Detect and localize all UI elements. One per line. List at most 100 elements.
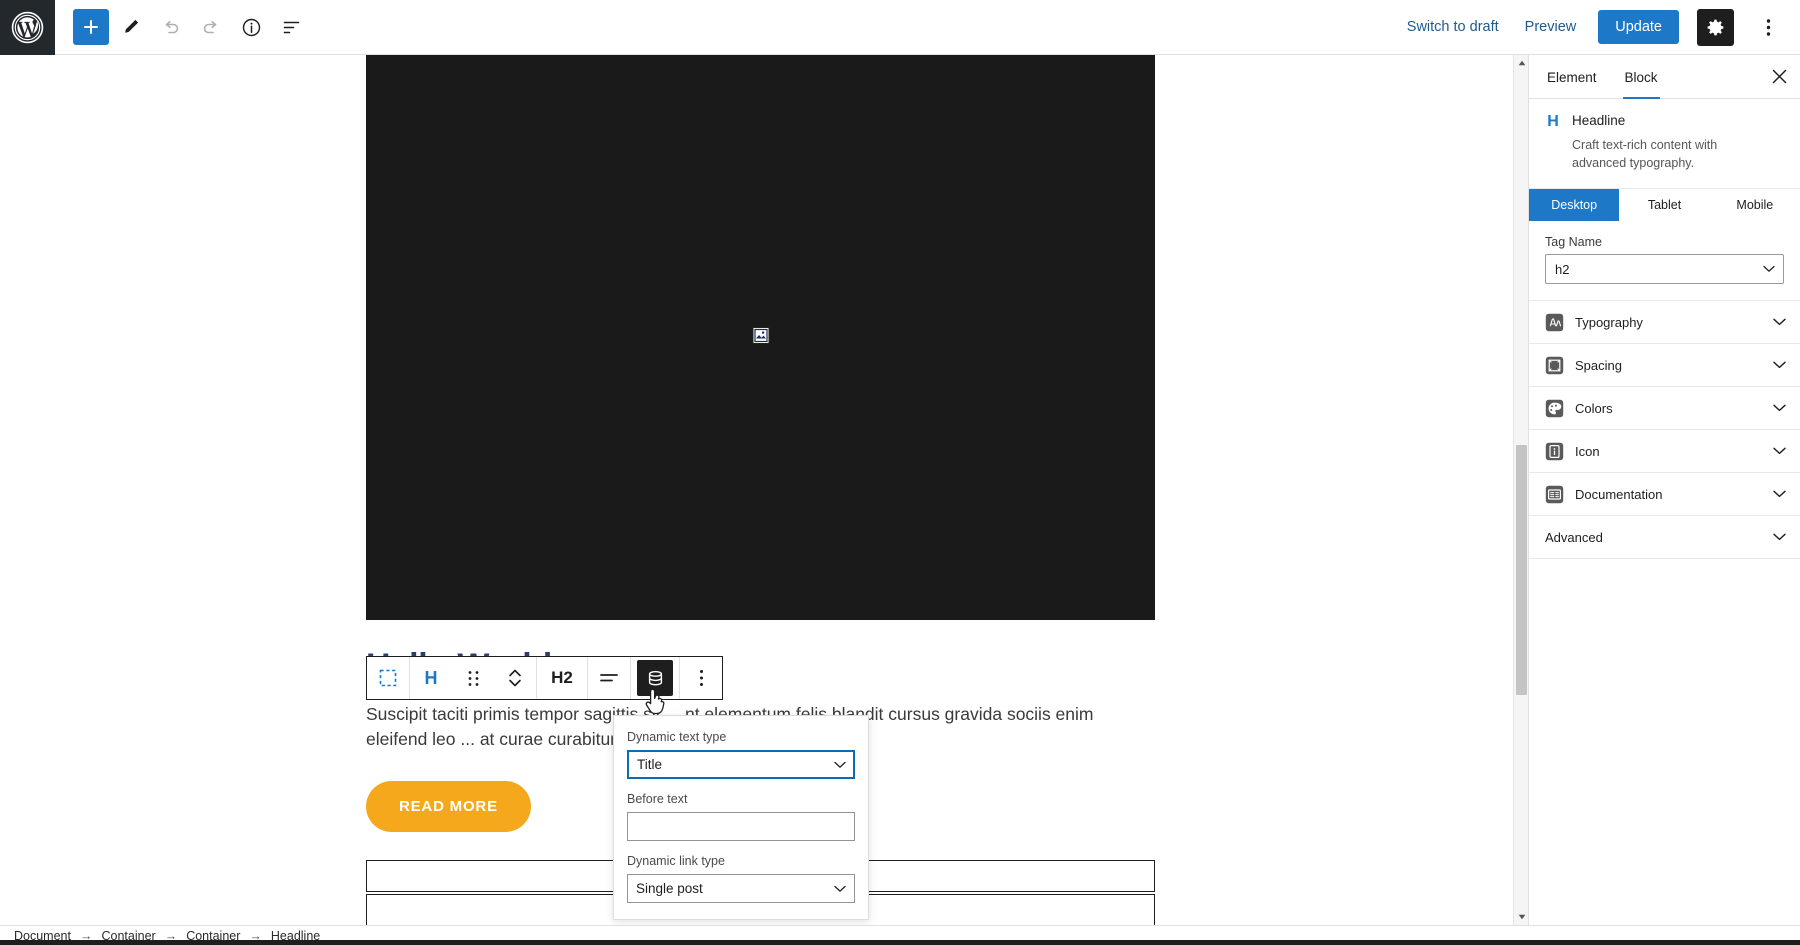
before-text-input[interactable] [627,812,855,841]
device-preview-tabs: Desktop Tablet Mobile [1529,189,1800,221]
gear-icon [1705,17,1726,38]
scroll-up-arrow-icon[interactable] [1514,55,1529,71]
update-button[interactable]: Update [1598,10,1679,44]
list-view-button[interactable] [273,9,309,45]
align-left-icon [599,670,619,686]
three-dots-vertical-icon [699,669,704,687]
dynamic-data-popover: Dynamic text type Title Before text Dyna… [613,715,869,920]
drag-dots-icon [468,670,479,687]
heading-level-button[interactable]: H2 [537,668,587,688]
top-bar-right-actions: Switch to draft Preview Update [1403,9,1800,46]
three-dots-vertical-icon [1766,18,1771,37]
panel-label: Icon [1575,444,1600,459]
block-toolbar: H H2 [366,656,723,700]
panel-colors[interactable]: Colors [1529,387,1800,430]
document-lines-icon [1545,485,1564,504]
scroll-down-arrow-icon[interactable] [1514,909,1529,925]
add-block-button[interactable] [73,9,109,45]
move-updown-button[interactable] [494,657,536,699]
tab-block[interactable]: Block [1611,55,1672,99]
read-more-button[interactable]: READ MORE [366,781,531,832]
wordpress-logo-icon[interactable] [0,0,55,55]
dynamic-text-type-label: Dynamic text type [627,730,855,744]
dynamic-text-type-select[interactable]: Title [627,750,855,779]
toolbar-group-align [588,657,631,699]
block-settings-sidebar: Element Block H Headline Craft text-rich… [1528,55,1800,925]
settings-button[interactable] [1697,9,1734,46]
undo-button[interactable] [153,9,189,45]
align-text-button[interactable] [588,657,630,699]
panel-label: Colors [1575,401,1613,416]
info-circle-icon [241,17,262,38]
broken-image-icon [752,327,769,349]
tag-name-select[interactable]: h2 [1545,254,1784,284]
block-info-description: Craft text-rich content with advanced ty… [1572,136,1752,172]
panel-label: Spacing [1575,358,1622,373]
chevron-down-icon [1773,528,1786,546]
image-block[interactable] [366,55,1155,620]
dynamic-link-type-field: Dynamic link type Single post [627,854,855,903]
typography-aa-icon [1545,313,1564,332]
preview-button[interactable]: Preview [1521,13,1581,41]
undo-arrow-icon [161,17,181,37]
plus-icon [81,17,101,37]
toolbar-group-parent [367,657,410,699]
tag-name-section: Tag Name h2 [1529,221,1800,301]
before-text-field: Before text [627,792,855,841]
tag-name-label: Tag Name [1545,235,1784,249]
dynamic-link-type-select[interactable]: Single post [627,874,855,903]
more-options-button[interactable] [1752,9,1784,46]
bottom-strip [0,940,1800,945]
panel-advanced[interactable]: Advanced [1529,516,1800,559]
headline-h-icon: H [1545,113,1561,130]
block-info-card: H Headline Craft text-rich content with … [1529,99,1800,189]
top-bar-left-tools [55,9,309,45]
dashed-square-icon [379,669,397,687]
chevron-down-icon [1773,399,1786,417]
device-tab-desktop[interactable]: Desktop [1529,189,1619,221]
dynamic-text-type-field: Dynamic text type Title [627,730,855,779]
spacing-box-icon [1545,356,1564,375]
dynamic-link-type-label: Dynamic link type [627,854,855,868]
editor-canvas: Hello World Suscipit taciti primis tempo… [0,55,1528,925]
drag-handle[interactable] [452,657,494,699]
block-info-title: Headline [1572,113,1625,128]
redo-button[interactable] [193,9,229,45]
canvas-scrollbar[interactable] [1513,55,1528,925]
close-sidebar-button[interactable] [1762,60,1796,94]
list-view-icon [281,17,302,38]
switch-to-draft-button[interactable]: Switch to draft [1403,13,1503,41]
editor-top-bar: Switch to draft Preview Update [0,0,1800,55]
edit-tool-button[interactable] [113,9,149,45]
dynamic-data-button[interactable] [637,660,673,696]
pencil-icon [121,17,141,37]
panel-label: Typography [1575,315,1643,330]
chevron-down-icon [1773,356,1786,374]
canvas-scroll-thumb[interactable] [1516,445,1527,695]
chevron-down-icon [1773,313,1786,331]
wordpress-block-editor: Switch to draft Preview Update [0,0,1800,945]
before-text-label: Before text [627,792,855,806]
panel-icon[interactable]: Icon [1529,430,1800,473]
toolbar-group-dynamic [631,657,680,699]
block-type-button[interactable]: H [410,657,452,699]
device-tab-mobile[interactable]: Mobile [1710,189,1800,221]
panel-documentation[interactable]: Documentation [1529,473,1800,516]
redo-arrow-icon [201,17,221,37]
panel-typography[interactable]: Typography [1529,301,1800,344]
panel-label: Advanced [1545,530,1603,545]
toolbar-group-more [680,657,722,699]
select-parent-button[interactable] [367,657,409,699]
panel-label: Documentation [1575,487,1662,502]
panel-spacing[interactable]: Spacing [1529,344,1800,387]
details-button[interactable] [233,9,269,45]
color-palette-icon [1545,399,1564,418]
toolbar-group-block: H [410,657,537,699]
chevron-updown-icon [508,667,522,689]
device-tab-tablet[interactable]: Tablet [1619,189,1709,221]
tab-element[interactable]: Element [1533,55,1611,99]
more-options-button[interactable] [680,657,722,699]
icon-badge-icon [1545,442,1564,461]
chevron-down-icon [1773,442,1786,460]
sidebar-tabs: Element Block [1529,55,1800,99]
